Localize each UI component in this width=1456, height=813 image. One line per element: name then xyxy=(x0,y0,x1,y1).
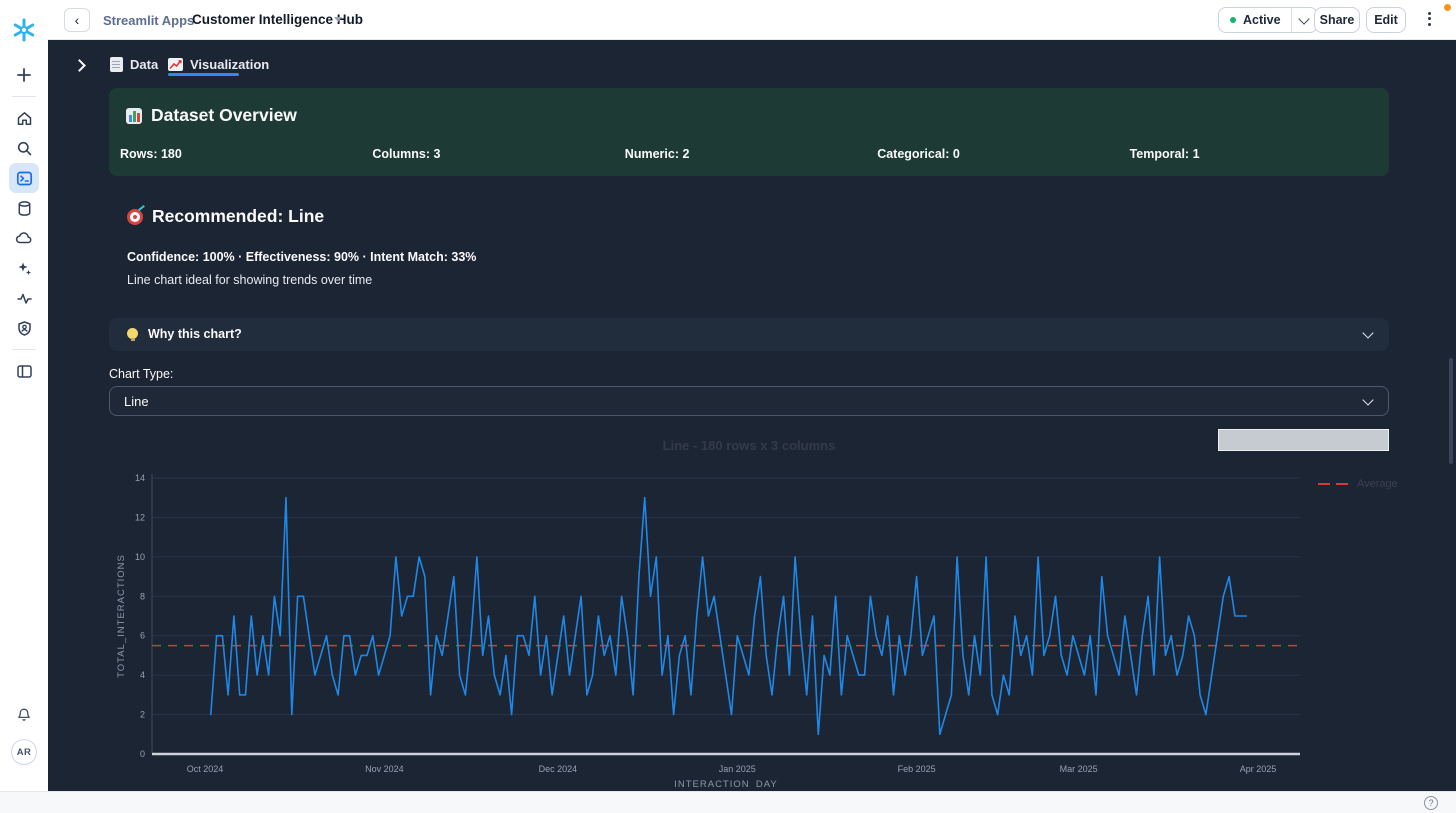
target-icon xyxy=(127,204,145,225)
tab-data[interactable]: Data xyxy=(110,52,158,76)
dataset-overview-panel: Dataset Overview Rows: 180 Columns: 3 Nu… xyxy=(109,88,1389,176)
sidebar-item-home[interactable] xyxy=(9,103,39,133)
dataset-stats-row: Rows: 180 Columns: 3 Numeric: 2 Categori… xyxy=(120,147,1382,161)
sidebar-divider xyxy=(12,349,36,350)
panel-toggle-button[interactable] xyxy=(9,356,39,386)
notifications-bell-icon[interactable] xyxy=(9,700,39,730)
svg-text:Nov 2024: Nov 2024 xyxy=(365,764,404,774)
sidebar-item-monitoring[interactable] xyxy=(9,283,39,313)
chevron-down-icon xyxy=(1364,396,1373,405)
light-bulb-icon xyxy=(127,327,138,341)
edit-button[interactable]: Edit xyxy=(1366,7,1406,33)
chart-title: Line - 180 rows x 3 columns xyxy=(662,438,836,453)
scrollbar-thumb[interactable] xyxy=(1449,358,1453,464)
svg-text:Dec 2024: Dec 2024 xyxy=(539,764,578,774)
panel-title-text: Dataset Overview xyxy=(151,105,297,125)
svg-text:INTERACTION_DAY: INTERACTION_DAY xyxy=(674,779,778,788)
svg-text:14: 14 xyxy=(135,473,145,483)
chart-type-value: Line xyxy=(124,394,149,409)
status-split-button[interactable]: Active xyxy=(1218,7,1318,33)
recording-indicator-dot xyxy=(1444,4,1451,11)
chart-type-select[interactable]: Line xyxy=(109,386,1389,416)
stat-rows: Rows: 180 xyxy=(120,147,182,161)
recommendation-metrics: Confidence: 100% · Effectiveness: 90% · … xyxy=(127,250,477,264)
tab-label: Data xyxy=(130,56,159,72)
chevron-down-icon xyxy=(1297,13,1310,25)
chevron-down-icon xyxy=(334,17,342,22)
svg-text:Feb 2025: Feb 2025 xyxy=(898,764,936,774)
help-icon[interactable]: ? xyxy=(1424,796,1438,810)
svg-text:2: 2 xyxy=(140,710,145,720)
sidebar-item-databases[interactable] xyxy=(9,193,39,223)
sidebar-item-projects[interactable] xyxy=(9,163,39,193)
svg-text:0: 0 xyxy=(140,749,145,759)
chart-increasing-icon xyxy=(168,57,183,71)
more-menu-button[interactable] xyxy=(1422,9,1436,31)
recommendation-description: Line chart ideal for showing trends over… xyxy=(127,273,373,287)
snowflake-logo[interactable] xyxy=(11,17,37,43)
svg-text:TOTAL_INTERACTIONS: TOTAL_INTERACTIONS xyxy=(116,554,127,678)
legend-label: Average xyxy=(1357,478,1398,490)
top-bar: ‹ Streamlit Apps Customer Intelligence H… xyxy=(0,0,1456,40)
tab-label: Visualization xyxy=(190,56,270,72)
status-dropdown-button[interactable] xyxy=(1290,8,1317,32)
line-chart: 0 2 4 6 8 10 12 14 Oct 2024 Nov 2024 Dec 2024 Jan 2… xyxy=(116,473,1300,788)
stat-numeric: Numeric: 2 xyxy=(624,147,690,161)
stat-temporal: Temporal: 1 xyxy=(1129,147,1200,161)
back-button[interactable]: ‹ xyxy=(64,8,90,32)
bar-chart-icon xyxy=(126,107,142,124)
svg-text:10: 10 xyxy=(135,552,145,562)
status-badge[interactable]: Active xyxy=(1219,8,1291,32)
user-avatar[interactable]: AR xyxy=(11,739,37,765)
page-icon xyxy=(110,56,123,72)
svg-text:Apr 2025: Apr 2025 xyxy=(1240,764,1277,774)
dataset-overview-title: Dataset Overview xyxy=(126,105,297,126)
app-main: Data Visualization Dataset Overview Rows… xyxy=(48,40,1456,791)
why-this-chart-expander[interactable]: Why this chart? xyxy=(109,318,1389,351)
expander-label: Why this chart? xyxy=(127,327,242,341)
left-sidebar: AR xyxy=(0,0,48,791)
svg-text:Mar 2025: Mar 2025 xyxy=(1060,764,1098,774)
share-button[interactable]: Share xyxy=(1314,7,1360,33)
expander-label-text: Why this chart? xyxy=(148,327,242,341)
sidebar-item-search[interactable] xyxy=(9,133,39,163)
sidebar-item-admin[interactable] xyxy=(9,313,39,343)
active-dot-icon xyxy=(1230,17,1236,23)
new-plus-button[interactable] xyxy=(9,60,39,90)
chevron-down-icon xyxy=(1364,329,1373,338)
svg-text:4: 4 xyxy=(140,670,145,680)
breadcrumb[interactable]: Streamlit Apps xyxy=(103,13,194,28)
recommendation-title: Recommended: Line xyxy=(127,204,325,227)
stat-categorical: Categorical: 0 xyxy=(877,147,960,161)
svg-text:6: 6 xyxy=(140,631,145,641)
chart-type-label: Chart Type: xyxy=(109,367,174,381)
svg-text:12: 12 xyxy=(135,512,145,522)
bottom-status-bar: ? xyxy=(0,791,1456,813)
sidebar-item-ai[interactable] xyxy=(9,253,39,283)
svg-text:Jan 2025: Jan 2025 xyxy=(719,764,756,774)
status-label: Active xyxy=(1243,13,1281,27)
svg-text:8: 8 xyxy=(140,591,145,601)
active-tab-underline xyxy=(168,73,239,76)
sidebar-expand-chevron-icon[interactable] xyxy=(74,61,84,71)
sidebar-divider xyxy=(12,96,36,97)
sidebar-item-data-products[interactable] xyxy=(9,223,39,253)
svg-text:Oct 2024: Oct 2024 xyxy=(187,764,224,774)
stat-columns: Columns: 3 xyxy=(372,147,441,161)
recommendation-title-text: Recommended: Line xyxy=(152,206,325,226)
